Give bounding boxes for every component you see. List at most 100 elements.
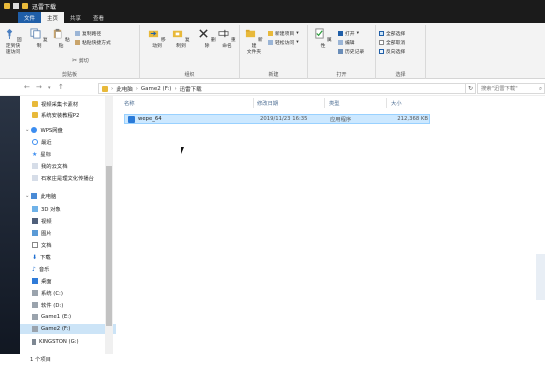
status-bar: 1 个项目 bbox=[0, 354, 545, 366]
invert-selection-button[interactable]: 反向选择 bbox=[379, 48, 405, 55]
move-to-label: 移动到 bbox=[152, 38, 166, 49]
properties-button[interactable]: 属性 bbox=[312, 28, 334, 50]
column-divider[interactable] bbox=[324, 98, 325, 108]
refresh-icon[interactable]: ↻ bbox=[466, 83, 476, 94]
nav-scrollbar-thumb[interactable] bbox=[106, 166, 112, 326]
chevron-down-icon: ⌄ bbox=[25, 193, 30, 199]
address-bar[interactable]: › 此电脑 › Game2 (F:) › 迅雷下载 bbox=[98, 83, 466, 94]
easy-access-button[interactable]: 轻松访问 ▾ bbox=[268, 39, 299, 46]
paste-button[interactable]: 粘贴 bbox=[50, 28, 72, 50]
table-row[interactable]: wepe_64 2019/11/23 16:35 应用程序 212,368 KB bbox=[124, 114, 430, 124]
nav-item[interactable]: 最近 bbox=[20, 137, 116, 147]
nav-item-label: 音乐 bbox=[38, 267, 50, 273]
column-divider[interactable] bbox=[253, 98, 254, 108]
pin-quick-access-button[interactable]: 固定到快 速访问 bbox=[2, 28, 24, 56]
open-button[interactable]: 打开 ▾ bbox=[338, 30, 359, 37]
edit-button[interactable]: 编辑 bbox=[338, 39, 355, 46]
select-all-icon bbox=[379, 31, 384, 36]
forward-arrow-icon[interactable]: → bbox=[36, 83, 42, 91]
nav-item-label: 视频采集卡素材 bbox=[41, 102, 79, 108]
recent-locations-icon[interactable]: ▾ bbox=[48, 85, 51, 91]
nav-item[interactable]: 系统安装教程P2 bbox=[20, 110, 116, 120]
copy-to-button[interactable]: 复制到 bbox=[170, 28, 192, 50]
nav-item[interactable]: 视频采集卡素材 bbox=[20, 99, 116, 109]
navigation-pane: 视频采集卡素材 系统安装教程P2 ⌄ WPS网盘 最近 ★ 星标 我的云文档 石家庄… bbox=[20, 96, 116, 354]
nav-item[interactable]: ⌄ WPS网盘 bbox=[20, 125, 116, 135]
column-divider[interactable] bbox=[386, 98, 387, 108]
chevron-right-icon: › bbox=[174, 85, 177, 92]
nav-item[interactable]: ⬇ 下载 bbox=[20, 252, 116, 262]
select-group-label: 选择 bbox=[395, 72, 406, 78]
chevron-right-icon: › bbox=[135, 85, 138, 92]
history-button[interactable]: 历史记录 bbox=[338, 48, 364, 55]
search-placeholder: 搜索"迅雷下载" bbox=[481, 86, 518, 92]
rename-button[interactable]: 重命名 bbox=[216, 28, 238, 50]
new-group: 新建 文件夹 新建项目 ▾ 轻松访问 ▾ 新建 bbox=[240, 25, 308, 79]
nav-item[interactable]: 视频 bbox=[20, 216, 116, 226]
ribbon: 固定到快 速访问 复制 粘贴 复制路径 粘贴快捷方式 ✂ 剪切 剪贴板 移动到 … bbox=[0, 23, 545, 79]
new-folder-icon bbox=[246, 29, 256, 38]
tab-home[interactable]: 主页 bbox=[41, 12, 65, 23]
paste-label: 粘贴 bbox=[58, 38, 70, 49]
search-box[interactable]: 搜索"迅雷下载" ⌕ bbox=[477, 83, 545, 94]
column-header-name[interactable]: 名称 bbox=[124, 99, 135, 107]
search-icon: ⌕ bbox=[539, 86, 542, 92]
nav-item[interactable]: Game1 (E:) bbox=[20, 312, 116, 322]
breadcrumb-folder[interactable]: 迅雷下载 bbox=[180, 85, 202, 93]
paste-shortcut-icon bbox=[75, 40, 80, 45]
tab-view[interactable]: 查看 bbox=[87, 12, 110, 23]
file-list: 名称 修改日期 类型 大小 wepe_64 2019/11/23 16:35 应… bbox=[116, 96, 545, 354]
new-folder-icon[interactable] bbox=[22, 3, 28, 9]
nav-item-selected[interactable]: Game2 (F:) bbox=[20, 324, 116, 334]
paste-shortcut-button[interactable]: 粘贴快捷方式 bbox=[75, 39, 111, 46]
nav-item-label: 文档 bbox=[41, 243, 52, 249]
copy-path-button[interactable]: 复制路径 bbox=[75, 30, 101, 37]
select-all-button[interactable]: 全部选择 bbox=[379, 30, 405, 37]
nav-item[interactable]: 桌面 bbox=[20, 276, 116, 286]
nav-item[interactable]: 系统 (C:) bbox=[20, 288, 116, 298]
nav-item[interactable]: ★ 星标 bbox=[20, 149, 116, 159]
nav-item[interactable]: 3D 对象 bbox=[20, 204, 116, 214]
nav-item[interactable]: 我的云文档 bbox=[20, 161, 116, 171]
nav-item-label: 软件 (D:) bbox=[41, 303, 64, 309]
chevron-right-icon: › bbox=[111, 85, 114, 92]
folder-icon bbox=[102, 85, 108, 92]
clock-icon bbox=[32, 139, 38, 145]
breadcrumb-drive[interactable]: Game2 (F:) bbox=[141, 86, 172, 92]
column-header-type[interactable]: 类型 bbox=[329, 99, 340, 107]
new-folder-label: 新建 文件夹 bbox=[246, 38, 263, 55]
column-header-size[interactable]: 大小 bbox=[391, 99, 402, 107]
copy-button[interactable]: 复制 bbox=[28, 28, 50, 50]
breadcrumb-this-pc[interactable]: 此电脑 bbox=[116, 85, 133, 93]
nav-scrollbar[interactable] bbox=[105, 96, 113, 354]
nav-item-label: 星标 bbox=[40, 152, 51, 158]
column-header-date[interactable]: 修改日期 bbox=[257, 99, 278, 107]
back-arrow-icon[interactable]: ← bbox=[24, 83, 30, 91]
delete-button[interactable]: 删除 bbox=[196, 28, 218, 50]
title-bar: 迅雷下载 bbox=[0, 0, 545, 12]
file-date: 2019/11/23 16:35 bbox=[260, 116, 308, 122]
move-to-button[interactable]: 移动到 bbox=[146, 28, 168, 50]
nav-item[interactable]: ♪ 音乐 bbox=[20, 264, 116, 274]
chevron-down-icon: ⌄ bbox=[25, 127, 30, 133]
cut-button[interactable]: ✂ 剪切 bbox=[72, 57, 89, 64]
tab-file[interactable]: 文件 bbox=[18, 12, 42, 23]
nav-item[interactable]: KINGSTON (G:) bbox=[20, 337, 116, 347]
desktop-icon bbox=[32, 278, 38, 284]
tab-share[interactable]: 共享 bbox=[64, 12, 87, 23]
organize-group: 移动到 复制到 删除 重命名 组织 bbox=[140, 25, 240, 79]
clipboard-group: 固定到快 速访问 复制 粘贴 复制路径 粘贴快捷方式 ✂ 剪切 剪贴板 bbox=[0, 25, 140, 79]
up-arrow-icon[interactable]: ↑ bbox=[58, 83, 64, 91]
nav-item[interactable]: 文档 bbox=[20, 240, 116, 250]
nav-item[interactable]: 软件 (D:) bbox=[20, 300, 116, 310]
nav-item[interactable]: 石家庄是理文化传播台 bbox=[20, 173, 116, 183]
usb-drive-icon bbox=[32, 339, 36, 345]
select-none-button[interactable]: 全部取消 bbox=[379, 39, 405, 46]
nav-item[interactable]: 图片 bbox=[20, 228, 116, 238]
paste-icon bbox=[54, 28, 62, 39]
new-item-button[interactable]: 新建项目 ▾ bbox=[268, 30, 299, 37]
open-label: 打开 bbox=[345, 32, 355, 37]
properties-icon[interactable] bbox=[13, 3, 19, 9]
nav-item[interactable]: ⌄ 此电脑 bbox=[20, 191, 116, 201]
new-folder-button[interactable]: 新建 文件夹 bbox=[243, 28, 265, 56]
